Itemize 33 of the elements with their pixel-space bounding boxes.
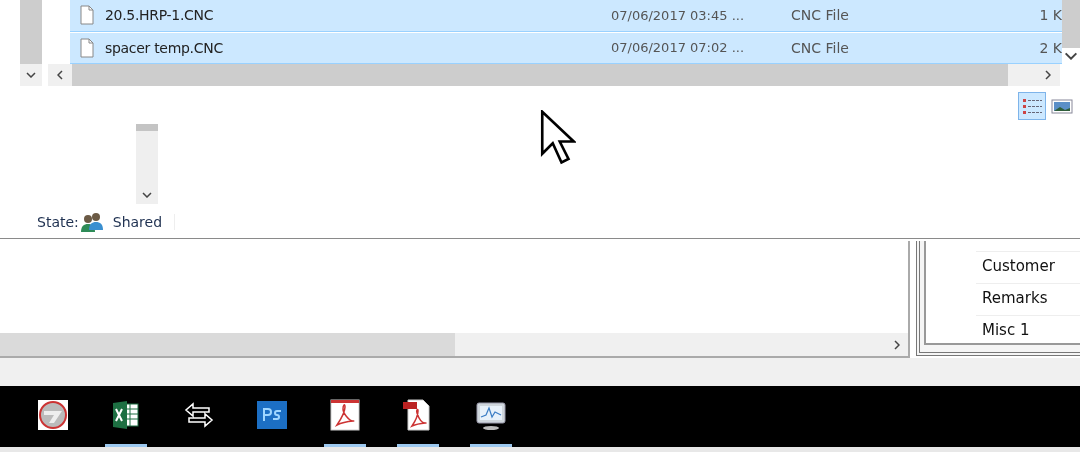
chevron-down-icon[interactable] xyxy=(142,192,152,198)
pdf-icon xyxy=(327,397,363,433)
chevron-down-icon[interactable] xyxy=(1062,48,1080,64)
file-row[interactable]: spacer temp.CNC 07/06/2017 07:02 ... CNC File 2 K xyxy=(70,32,1062,64)
property-label: Misc 1 xyxy=(976,315,1080,343)
mouse-pointer-icon xyxy=(540,110,576,166)
file-name: spacer temp.CNC xyxy=(105,39,224,56)
property-label: Customer xyxy=(976,251,1080,283)
date-modified: 07/06/2017 03:45 ... xyxy=(611,7,746,23)
chevron-left-icon xyxy=(57,70,63,80)
horizontal-scrollbar[interactable] xyxy=(0,333,908,356)
chevron-right-icon[interactable] xyxy=(894,339,900,350)
file-row[interactable]: 20.5.HRP-1.CNC 07/06/2017 03:45 ... CNC File 1 K xyxy=(70,0,1062,32)
users-icon xyxy=(80,211,103,232)
file-icon xyxy=(80,37,94,58)
chevron-down-icon xyxy=(26,72,36,78)
status-value: Shared xyxy=(112,213,176,230)
file-size: 2 K xyxy=(1038,39,1062,56)
details-view-button[interactable] xyxy=(1018,92,1046,120)
chevron-right-icon xyxy=(1045,70,1051,80)
property-label: Remarks xyxy=(976,283,1080,315)
file-icon xyxy=(80,5,94,26)
status-label: State: xyxy=(37,213,79,230)
date-modified: 07/06/2017 07:02 ... xyxy=(611,40,746,56)
file-type: CNC File xyxy=(791,7,850,24)
file-name: 20.5.HRP-1.CNC xyxy=(105,7,215,24)
vertical-scrollbar[interactable] xyxy=(1062,0,1080,64)
scrollbar-thumb[interactable] xyxy=(0,333,455,356)
scrollbar-thumb[interactable] xyxy=(136,124,158,131)
file-size: 1 K xyxy=(1038,7,1062,24)
scroll-down-button[interactable] xyxy=(20,64,42,86)
file-type: CNC File xyxy=(791,39,850,56)
vertical-scrollbar[interactable] xyxy=(136,124,158,204)
